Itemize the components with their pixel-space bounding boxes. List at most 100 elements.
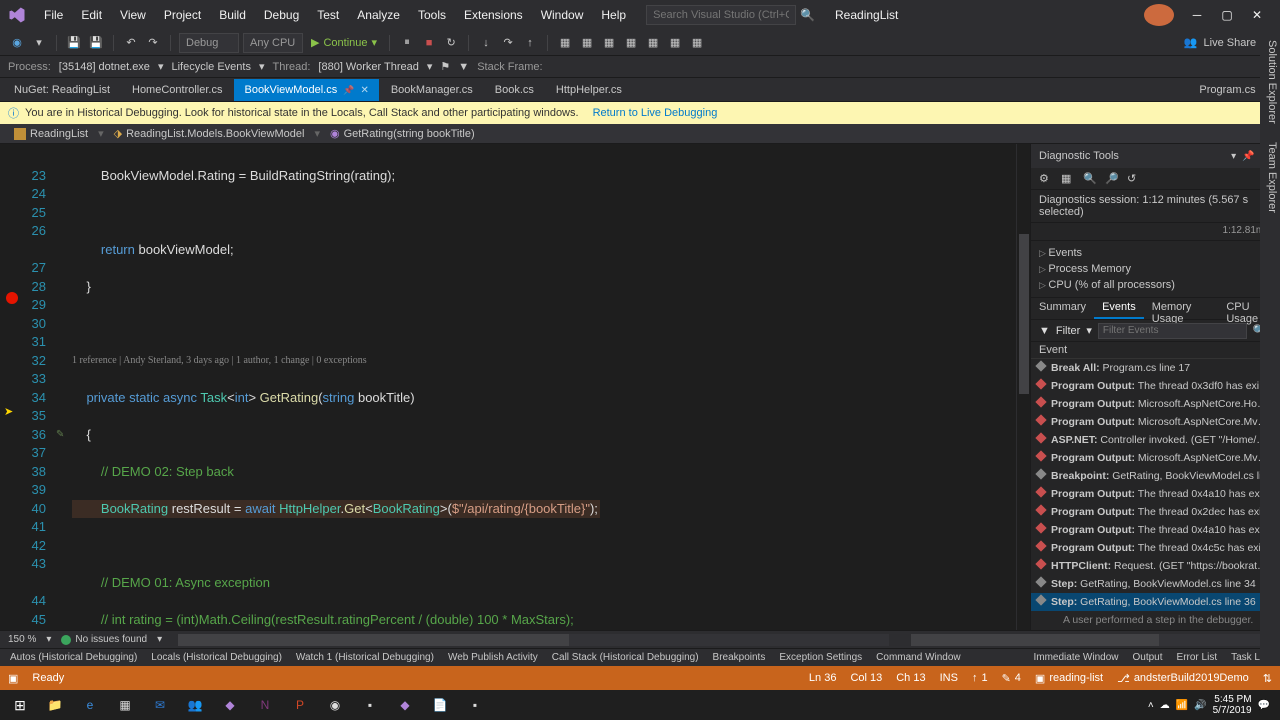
quick-launch-input[interactable] xyxy=(646,5,796,25)
filter-icon[interactable]: ▼ xyxy=(1039,325,1050,337)
tool-tab[interactable]: Locals (Historical Debugging) xyxy=(145,650,288,665)
taskview-icon[interactable]: ▦ xyxy=(109,691,141,719)
menu-build[interactable]: Build xyxy=(211,4,254,26)
toolbar-icon[interactable]: ▦ xyxy=(578,34,596,52)
liveshare-button[interactable]: Live Share xyxy=(1204,37,1257,49)
event-row[interactable]: Program Output: Microsoft.AspNetCore.Mvc… xyxy=(1031,413,1280,431)
menu-project[interactable]: Project xyxy=(156,4,209,26)
outlook-icon[interactable]: ✉ xyxy=(144,691,176,719)
platform-combo[interactable]: Any CPU xyxy=(243,33,303,53)
dropdown-icon[interactable]: ▾ xyxy=(1228,151,1239,162)
menu-debug[interactable]: Debug xyxy=(256,4,307,26)
tool-tab[interactable]: Web Publish Activity xyxy=(442,650,544,665)
restart-icon[interactable]: ↻ xyxy=(442,34,460,52)
stop-icon[interactable]: ■ xyxy=(420,34,438,52)
tab-bookmanager[interactable]: BookManager.cs xyxy=(381,79,483,101)
tab-nuget[interactable]: NuGet: ReadingList xyxy=(4,79,120,101)
tab-memory[interactable]: Memory Usage xyxy=(1144,298,1219,319)
edge-icon[interactable]: e xyxy=(74,691,106,719)
toolbar-icon[interactable]: ▦ xyxy=(556,34,574,52)
tool-tab[interactable]: Watch 1 (Historical Debugging) xyxy=(290,650,440,665)
tool-tab[interactable]: Exception Settings xyxy=(773,650,868,665)
event-row[interactable]: ASP.NET: Controller invoked. (GET "/Home… xyxy=(1031,431,1280,449)
step-into-icon[interactable]: ↓ xyxy=(477,34,495,52)
menu-extensions[interactable]: Extensions xyxy=(456,4,531,26)
wifi-icon[interactable]: 📶 xyxy=(1176,700,1188,711)
zoom-level[interactable]: 150 % xyxy=(8,634,36,645)
git-outgoing[interactable]: ↑ 1 xyxy=(972,672,988,684)
chevron-down-icon[interactable]: ▾ xyxy=(158,60,164,73)
tool-tab[interactable]: Output xyxy=(1127,650,1169,665)
breadcrumb-member[interactable]: ◉GetRating(string bookTitle) xyxy=(324,127,481,140)
return-live-debug-link[interactable]: Return to Live Debugging xyxy=(593,107,718,119)
close-icon[interactable]: ✕ xyxy=(360,85,368,96)
toolbar-icon[interactable]: ▦ xyxy=(644,34,662,52)
vertical-scrollbar[interactable] xyxy=(1016,144,1030,630)
terminal-icon[interactable]: ▪ xyxy=(354,691,386,719)
restore-button[interactable]: ▢ xyxy=(1212,4,1242,26)
event-row[interactable]: Program Output: The thread 0x2dec has ex… xyxy=(1031,503,1280,521)
menu-edit[interactable]: Edit xyxy=(73,4,110,26)
pin-icon[interactable]: 📌 xyxy=(1239,151,1257,162)
tab-bookviewmodel[interactable]: BookViewModel.cs📌✕ xyxy=(234,79,378,101)
thread-combo[interactable]: [880] Worker Thread xyxy=(318,61,418,73)
horizontal-scrollbar[interactable] xyxy=(911,634,1266,646)
pin-icon[interactable]: 📌 xyxy=(343,85,354,96)
event-column-header[interactable]: Event xyxy=(1031,342,1280,359)
notifications-icon[interactable]: 💬 xyxy=(1258,700,1270,711)
chevron-icon[interactable]: ▾ xyxy=(157,634,162,645)
cloud-icon[interactable]: ☁ xyxy=(1160,700,1170,711)
save-all-icon[interactable]: 💾 xyxy=(87,34,105,52)
breadcrumb-type[interactable]: ⬗ReadingList.Models.BookViewModel xyxy=(108,127,311,140)
notepad-icon[interactable]: 📄 xyxy=(424,691,456,719)
git-pending[interactable]: ✎ 4 xyxy=(1002,672,1021,685)
nav-back-icon[interactable]: ◉ xyxy=(8,34,26,52)
event-row[interactable]: Program Output: The thread 0x4a10 has ex… xyxy=(1031,485,1280,503)
tool-tab[interactable]: Autos (Historical Debugging) xyxy=(4,650,143,665)
filter-events-input[interactable] xyxy=(1098,323,1247,339)
event-row[interactable]: Program Output: The thread 0x4c5c has ex… xyxy=(1031,539,1280,557)
zoom-in-icon[interactable]: 🔍 xyxy=(1083,172,1097,186)
chevron-down-icon[interactable]: ▾ xyxy=(30,34,48,52)
system-tray[interactable]: ˄ ☁ 📶 🔊 5:45 PM5/7/2019 💬 xyxy=(1148,694,1276,716)
breadcrumb-project[interactable]: ReadingList xyxy=(8,128,94,140)
continue-button[interactable]: ▶Continue ▾ xyxy=(307,36,381,49)
event-row[interactable]: Program Output: The thread 0x4a10 has ex… xyxy=(1031,521,1280,539)
menu-test[interactable]: Test xyxy=(309,4,347,26)
toolbar-icon[interactable]: ▦ xyxy=(688,34,706,52)
tool-tab[interactable]: Breakpoints xyxy=(707,650,772,665)
event-row[interactable]: A user performed a step in the debugger. xyxy=(1031,611,1280,629)
save-icon[interactable]: 💾 xyxy=(65,34,83,52)
tool-tab[interactable]: Immediate Window xyxy=(1027,650,1124,665)
issues-indicator[interactable]: No issues found xyxy=(61,634,147,645)
code-content[interactable]: BookViewModel.Rating = BuildRatingString… xyxy=(60,144,1016,630)
diag-timeline[interactable]: 1:12.81min xyxy=(1031,223,1280,241)
tab-httphelper[interactable]: HttpHelper.cs xyxy=(546,79,632,101)
toolbar-icon[interactable]: ▦ xyxy=(600,34,618,52)
tool-tab[interactable]: Error List xyxy=(1171,650,1224,665)
cpu-node[interactable]: CPU (% of all processors) xyxy=(1031,277,1280,293)
redo-icon[interactable]: ↷ xyxy=(144,34,162,52)
select-tools-icon[interactable]: ▦ xyxy=(1061,172,1075,186)
memory-node[interactable]: Process Memory xyxy=(1031,261,1280,277)
tab-book[interactable]: Book.cs xyxy=(485,79,544,101)
chrome-icon[interactable]: ◉ xyxy=(319,691,351,719)
filter-icon[interactable]: ▼ xyxy=(458,61,469,73)
event-row[interactable]: Program Output: Microsoft.AspNetCore.Hos… xyxy=(1031,395,1280,413)
close-button[interactable]: ✕ xyxy=(1242,4,1272,26)
user-avatar[interactable] xyxy=(1144,4,1174,26)
tab-summary[interactable]: Summary xyxy=(1031,298,1094,319)
tool-tab[interactable]: Command Window xyxy=(870,650,966,665)
onenote-icon[interactable]: N xyxy=(249,691,281,719)
undo-icon[interactable]: ↶ xyxy=(122,34,140,52)
toolbar-icon[interactable]: ▦ xyxy=(666,34,684,52)
solution-explorer-tab[interactable]: Solution Explorer xyxy=(1260,36,1280,128)
toolbar-icon[interactable]: ▦ xyxy=(622,34,640,52)
codelens[interactable]: 1 reference | Andy Sterland, 3 days ago … xyxy=(72,352,1016,371)
explorer-icon[interactable]: 📁 xyxy=(39,691,71,719)
event-row[interactable]: Breakpoint: GetRating, BookViewModel.cs … xyxy=(1031,467,1280,485)
events-node[interactable]: Events xyxy=(1031,245,1280,261)
flag-icon[interactable]: ⚑ xyxy=(440,60,450,73)
event-row[interactable]: Step: GetRating, BookViewModel.cs line 3… xyxy=(1031,593,1280,611)
menu-analyze[interactable]: Analyze xyxy=(349,4,408,26)
